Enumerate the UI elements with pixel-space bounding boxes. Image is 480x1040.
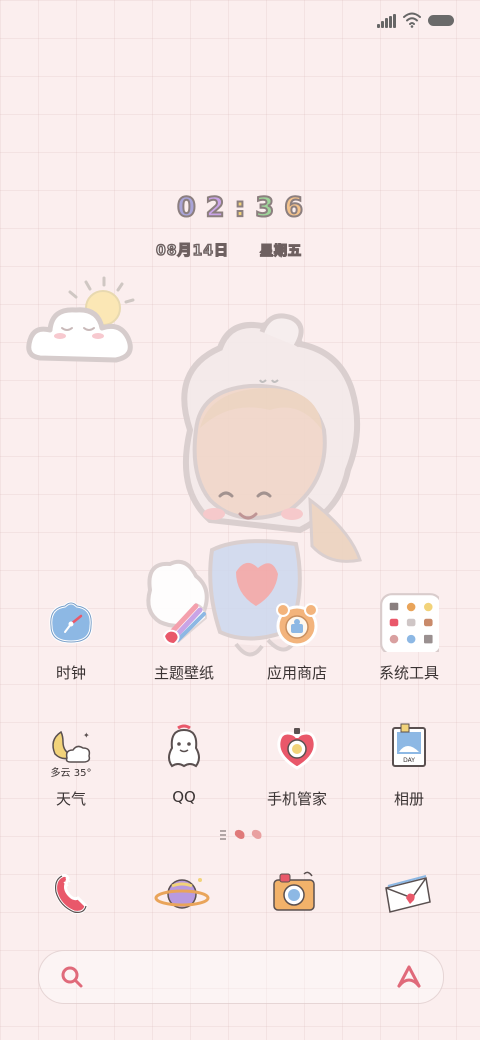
camera-icon[interactable] xyxy=(264,864,324,924)
clock-digit: 6 xyxy=(283,191,304,224)
app-store-icon xyxy=(276,603,318,647)
home-list-indicator-icon xyxy=(220,830,226,840)
app-theme-wallpaper[interactable]: 主题壁纸 xyxy=(134,596,234,706)
app-app-store[interactable]: 应用商店 xyxy=(247,596,347,706)
app-label: 手机管家 xyxy=(266,790,327,808)
weekday-text: 星期五 xyxy=(259,243,303,259)
phone-manager-icon xyxy=(277,728,317,770)
app-phone-manager[interactable]: 手机管家 xyxy=(247,722,347,832)
theme-wallpaper-icon xyxy=(162,602,208,646)
date-text: 08月14日 xyxy=(155,242,229,259)
browser-planet-icon[interactable] xyxy=(152,864,212,924)
app-label: 时钟 xyxy=(55,664,86,682)
app-qq[interactable]: QQ xyxy=(134,722,234,832)
clock-widget-time[interactable]: 02:36 xyxy=(0,191,480,226)
svg-text:✦: ✦ xyxy=(83,731,90,740)
app-label: 应用商店 xyxy=(266,664,327,682)
folder-system-tools[interactable]: 系统工具 xyxy=(359,593,459,706)
clock-digit: 0 xyxy=(176,191,197,224)
app-label: 天气 xyxy=(55,790,86,808)
assistant-icon[interactable] xyxy=(395,964,423,990)
app-weather[interactable]: ✦ 多云 35° 天气 xyxy=(21,722,121,832)
clock-widget-date: 08月14日 星期五 xyxy=(0,238,480,262)
gallery-icon-text: DAY xyxy=(403,757,415,764)
phone-icon[interactable] xyxy=(40,864,100,924)
system-tools-folder-icon xyxy=(380,593,439,652)
search-bar[interactable] xyxy=(38,950,444,1004)
signal-icon xyxy=(377,14,397,28)
app-label: 系统工具 xyxy=(378,664,439,682)
clock-digit: 2 xyxy=(205,191,226,224)
app-label: 相册 xyxy=(393,790,424,808)
cloud-sun-decoration xyxy=(26,276,135,363)
app-gallery[interactable]: DAY 相册 xyxy=(359,722,459,832)
clock-icon xyxy=(49,601,93,644)
page-dot-active xyxy=(234,829,245,839)
weather-icon-text: 多云 35° xyxy=(50,768,92,779)
clock-digit: 3 xyxy=(254,191,275,224)
clock-separator: : xyxy=(234,191,247,224)
qq-icon xyxy=(168,724,200,768)
messages-envelope-icon[interactable] xyxy=(378,864,438,924)
search-icon[interactable] xyxy=(59,964,85,990)
app-label: QQ xyxy=(172,788,196,806)
gallery-icon xyxy=(392,723,426,767)
page-indicator[interactable] xyxy=(214,826,274,844)
app-clock[interactable]: 时钟 xyxy=(21,596,121,706)
status-bar xyxy=(0,0,480,40)
page-dot xyxy=(251,829,262,839)
app-label: 主题壁纸 xyxy=(153,664,214,682)
wifi-icon xyxy=(403,12,421,28)
battery-icon xyxy=(428,15,454,26)
